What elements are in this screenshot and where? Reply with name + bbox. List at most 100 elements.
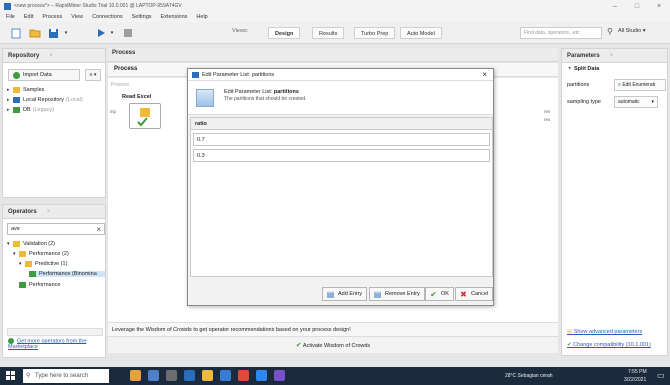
maximize-button[interactable]: □	[626, 3, 648, 10]
folder-icon	[13, 241, 20, 247]
menu-extensions[interactable]: Extensions	[161, 14, 188, 20]
add-icon: ▤	[326, 290, 335, 299]
close-icon[interactable]: ×	[610, 53, 614, 59]
close-icon[interactable]: ×	[49, 53, 53, 59]
menu-settings[interactable]: Settings	[132, 14, 152, 20]
filter-icon: ▼	[567, 66, 573, 72]
minimize-button[interactable]: –	[604, 3, 626, 10]
save-button[interactable]	[46, 26, 61, 40]
repository-panel: Repository × Import Data ≡ ▾ ▸ Samples ▸ …	[2, 48, 106, 198]
taskbar-search[interactable]: ⚲ Type here to search	[23, 369, 109, 383]
excel-icon	[137, 108, 150, 127]
advanced-icon: ▤	[567, 329, 573, 335]
close-dialog-icon[interactable]: ×	[482, 69, 487, 81]
rapidminer-taskbar-icon[interactable]	[256, 370, 267, 381]
task-view-icon[interactable]	[166, 370, 177, 381]
breadcrumb-process[interactable]: Process	[114, 66, 137, 72]
edit-list-icon: ≡	[618, 82, 621, 88]
mail-icon[interactable]	[220, 370, 231, 381]
find-input[interactable]: Find data, operators...etc	[520, 27, 602, 39]
tree-item-db[interactable]: ▸ DB (Legacy)	[7, 107, 54, 113]
read-excel-operator[interactable]	[129, 103, 161, 129]
operators-panel: Operators × ave × ▾ Validation (2) ▾ Perfo…	[2, 204, 106, 358]
folder-icon	[19, 251, 26, 257]
notification-icon[interactable]: ▭	[657, 371, 665, 380]
studio-selector[interactable]: All Studio ▾	[618, 28, 646, 34]
op-performance[interactable]: Performance	[19, 282, 61, 288]
show-advanced-parameters-link[interactable]: ▤ Show advanced parameters	[567, 329, 642, 335]
search-icon[interactable]: ⚲	[607, 27, 613, 36]
cancel-button[interactable]: ✖ Cancel	[455, 287, 494, 301]
weather-widget[interactable]: 28°C Sebagian cerah	[505, 373, 553, 379]
operators-h-scrollbar[interactable]	[7, 328, 103, 336]
menu-edit[interactable]: Edit	[24, 14, 33, 20]
tree-item-local-repository[interactable]: ▸ Local Repository (Local)	[7, 97, 83, 103]
menu-view[interactable]: View	[71, 14, 83, 20]
tab-results[interactable]: Results	[312, 27, 345, 39]
edge-icon[interactable]	[184, 370, 195, 381]
remove-entry-button[interactable]: ▤ Remove Entry	[369, 287, 425, 301]
activate-woc-button[interactable]: ✔ Activate Wisdom of Crowds	[108, 336, 558, 353]
taskbar-app-icon[interactable]	[274, 370, 285, 381]
tab-turbo-prep[interactable]: Turbo Prep	[354, 27, 396, 39]
param-partitions-label: partitions	[567, 82, 590, 88]
folder-icon	[29, 29, 40, 38]
menu-help[interactable]: Help	[196, 14, 207, 20]
chevron-down-icon: ▾	[64, 30, 68, 36]
result-port-label-2: res	[544, 117, 551, 122]
tree-item-samples[interactable]: ▸ Samples	[7, 87, 44, 93]
op-performance-binominal[interactable]: Performance (Binomina	[29, 271, 105, 277]
clock-time[interactable]: 7:55 PM	[628, 369, 647, 375]
edit-enumeration-button[interactable]: ≡ Edit Enumerati	[614, 79, 666, 91]
clear-search-icon[interactable]: ×	[96, 224, 101, 235]
chrome-icon[interactable]	[238, 370, 249, 381]
import-data-button[interactable]: Import Data	[8, 69, 80, 81]
op-tree-performance-folder[interactable]: ▾ Performance (2)	[13, 251, 69, 257]
change-compatibility-link[interactable]: ✔ Change compatibility (10.1.001)	[567, 342, 651, 348]
close-icon[interactable]: ×	[47, 209, 51, 215]
column-header-ratio: ratio	[191, 118, 492, 130]
canvas-label: Process	[111, 82, 130, 88]
run-dropdown[interactable]: ▾	[108, 26, 116, 40]
operator-search-input[interactable]: ave ×	[7, 223, 105, 235]
add-entry-button[interactable]: ▤ Add Entry	[322, 287, 368, 301]
input-port-label: inp	[110, 109, 117, 114]
repository-menu-button[interactable]: ≡ ▾	[85, 69, 101, 81]
sampling-type-select[interactable]: automatic ▾	[614, 96, 658, 108]
database-icon	[13, 107, 20, 113]
save-dropdown[interactable]: ▾	[62, 26, 70, 40]
close-window-button[interactable]: ×	[648, 3, 670, 10]
stop-button[interactable]	[120, 26, 135, 40]
menu-connections[interactable]: Connections	[92, 14, 123, 20]
open-process-button[interactable]	[27, 26, 42, 40]
tab-process[interactable]: Process	[112, 50, 135, 56]
op-tree-validation[interactable]: ▾ Validation (2)	[7, 241, 55, 247]
ratio-input-2[interactable]: 0.3	[193, 149, 490, 162]
search-icon: ⚲	[26, 373, 31, 379]
import-icon	[13, 72, 20, 79]
process-tabs: Process	[108, 48, 558, 62]
taskbar-app-icon[interactable]	[130, 370, 141, 381]
windows-start-icon[interactable]	[6, 371, 16, 381]
tab-auto-model[interactable]: Auto Model	[400, 27, 442, 39]
op-tree-predictive[interactable]: ▾ Predictive (1)	[19, 261, 67, 267]
new-process-button[interactable]	[8, 26, 23, 40]
title-bar: <new process*> – RapidMiner Studio Trial…	[0, 0, 670, 12]
menu-process[interactable]: Process	[42, 14, 62, 20]
run-button[interactable]	[93, 26, 108, 40]
marketplace-link[interactable]: Get more operators from the Marketplace	[8, 338, 103, 350]
tab-design[interactable]: Design	[268, 27, 301, 39]
operator-icon	[19, 282, 26, 288]
dialog-header-desc: The partitions that should be created.	[224, 96, 307, 102]
cancel-icon: ✖	[460, 290, 467, 299]
menu-file[interactable]: File	[6, 14, 15, 20]
dialog-title-bar: Edit Parameter List: partitions ×	[188, 69, 493, 81]
clock-date[interactable]: 3/22/2021	[624, 377, 646, 383]
menu-bar: File Edit Process View Connections Setti…	[0, 12, 670, 22]
repository-icon	[13, 97, 20, 103]
taskbar-app-icon[interactable]	[148, 370, 159, 381]
ok-button[interactable]: ✔ OK	[425, 287, 454, 301]
windows-taskbar: ⚲ Type here to search 28°C Sebagian cerah…	[0, 367, 670, 385]
file-explorer-icon[interactable]	[202, 370, 213, 381]
ratio-input-1[interactable]: 0.7	[193, 133, 490, 146]
